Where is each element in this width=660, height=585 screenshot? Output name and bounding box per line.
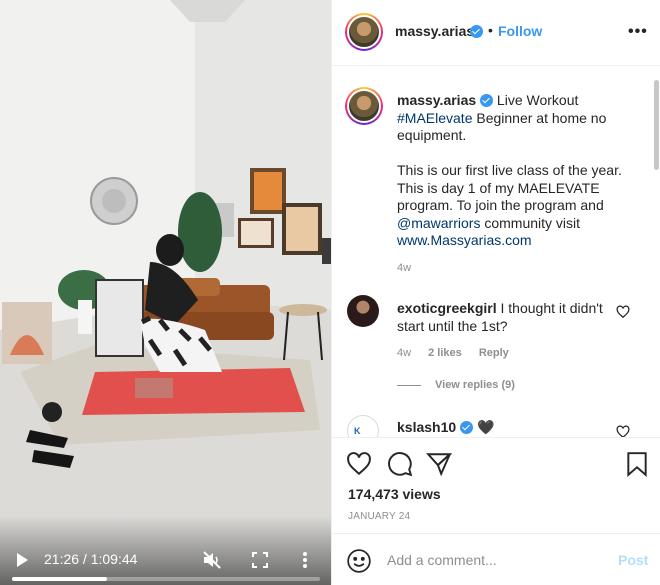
video-player[interactable]: 21:26 / 1:09:44 xyxy=(0,0,331,585)
mention-link[interactable]: @mawarriors xyxy=(397,215,480,231)
author-username[interactable]: massy.arias xyxy=(395,23,474,39)
video-controls: 21:26 / 1:09:44 xyxy=(0,515,331,585)
commenter-username[interactable]: exoticgreekgirl xyxy=(397,300,497,316)
caption-author-avatar[interactable] xyxy=(345,87,383,125)
more-vertical-icon[interactable] xyxy=(297,550,313,570)
view-replies-label[interactable]: View replies (9) xyxy=(435,379,515,391)
post-actions: 174,473 views JANUARY 24 xyxy=(332,437,660,537)
comment-body: 🖤 xyxy=(473,419,495,435)
view-count[interactable]: 174,473 views xyxy=(348,486,441,502)
comment-text: kslash10 🖤 xyxy=(397,419,494,436)
view-replies-button[interactable]: View replies (9) xyxy=(397,379,515,391)
comment-meta: 4w 2 likes Reply xyxy=(397,347,523,359)
comments-scrollbar[interactable] xyxy=(654,80,659,170)
post-panel: massy.arias • Follow ••• massy.arias Liv… xyxy=(331,0,660,585)
play-icon[interactable] xyxy=(14,552,30,568)
commenter-avatar[interactable] xyxy=(347,295,379,327)
commenter-username[interactable]: kslash10 xyxy=(397,419,456,435)
emoji-smiley-icon[interactable] xyxy=(346,548,372,574)
comment-likes-count[interactable]: 2 likes xyxy=(428,347,462,359)
fullscreen-icon[interactable] xyxy=(250,550,270,570)
separator-dot: • xyxy=(488,22,493,38)
comment-input[interactable] xyxy=(387,550,597,570)
video-progress-bar[interactable] xyxy=(12,577,320,581)
caption-lead: Live Workout xyxy=(493,92,579,108)
caption-username[interactable]: massy.arias xyxy=(397,92,476,108)
caption-body-3: community visit xyxy=(480,214,581,231)
follow-button[interactable]: Follow xyxy=(498,23,542,39)
hashtag-link[interactable]: #MAElevate xyxy=(397,110,472,126)
comment-like-heart-icon[interactable] xyxy=(616,425,630,437)
comment-age: 4w xyxy=(397,347,412,359)
website-link[interactable]: www.Massyarias.com xyxy=(397,232,532,248)
verified-badge-icon xyxy=(480,94,494,107)
caption-age: 4w xyxy=(397,262,412,274)
commenter-avatar[interactable]: K xyxy=(347,415,379,437)
workout-video-frame xyxy=(0,0,331,585)
caption-body-2: This is our first live class of the year… xyxy=(397,162,622,213)
add-comment-bar: Post xyxy=(332,533,660,585)
verified-badge-icon xyxy=(460,421,474,434)
avatar-logo-text: K xyxy=(354,426,361,436)
caption-text: massy.arias Live Workout #MAElevate Begi… xyxy=(397,92,643,250)
video-time-display: 21:26 / 1:09:44 xyxy=(44,551,138,567)
verified-badge-icon xyxy=(470,25,483,38)
save-bookmark-icon[interactable] xyxy=(624,451,650,477)
video-progress-fill xyxy=(12,577,107,581)
reply-button[interactable]: Reply xyxy=(479,347,509,359)
comment-bubble-icon[interactable] xyxy=(387,451,413,477)
comment-like-heart-icon[interactable] xyxy=(616,305,630,319)
comment-text: exoticgreekgirl I thought it didn't star… xyxy=(397,299,617,335)
like-heart-icon[interactable] xyxy=(346,451,372,477)
comments-section[interactable]: massy.arias Live Workout #MAElevate Begi… xyxy=(332,67,653,437)
volume-muted-icon[interactable] xyxy=(202,550,222,570)
post-date: JANUARY 24 xyxy=(348,511,411,522)
post-comment-button[interactable]: Post xyxy=(618,552,648,568)
replies-divider xyxy=(397,384,421,386)
post-header: massy.arias • Follow ••• xyxy=(332,0,660,66)
author-avatar[interactable] xyxy=(345,13,383,51)
more-options-icon[interactable]: ••• xyxy=(628,23,648,41)
share-paper-plane-icon[interactable] xyxy=(425,451,453,477)
